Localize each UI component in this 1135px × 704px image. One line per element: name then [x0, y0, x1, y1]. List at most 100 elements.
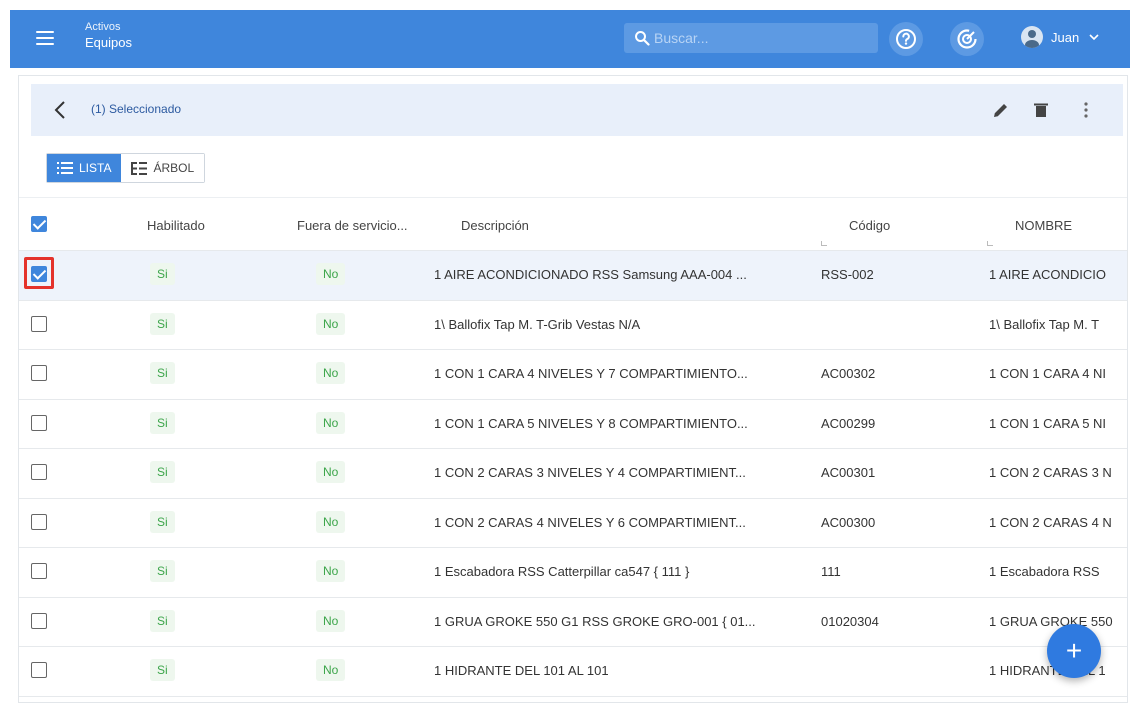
row-checkbox[interactable]	[31, 315, 47, 332]
enabled-badge: Si	[150, 609, 175, 632]
column-resize-handle[interactable]	[987, 241, 993, 246]
row-checkbox[interactable]	[31, 612, 47, 629]
target-icon	[957, 29, 977, 49]
out-of-service-badge: No	[316, 312, 346, 335]
name-cell: 1 GRUA GROKE 550	[989, 613, 1113, 629]
description-cell: 1 CON 1 CARA 5 NIVELES Y 8 COMPARTIMIENT…	[434, 415, 748, 431]
tree-view-label: ÁRBOL	[153, 161, 195, 175]
row-checkbox[interactable]	[31, 662, 47, 678]
equipment-table: Habilitado Fuera de servicio... Descripc…	[19, 197, 1127, 697]
row-checkbox[interactable]	[31, 513, 47, 530]
table-body: Si No 1 AIRE ACONDICIONADO RSS Samsung A…	[19, 251, 1127, 697]
menu-icon[interactable]	[36, 31, 54, 45]
user-name: Juan	[1051, 29, 1080, 45]
column-header-name[interactable]: NOMBRE	[1015, 218, 1072, 233]
name-cell: 1 AIRE ACONDICIO	[989, 267, 1107, 282]
code-cell: 111	[821, 564, 841, 579]
code-cell: AC00301	[821, 465, 876, 480]
selection-count: (1) Seleccionado	[91, 102, 182, 116]
breadcrumb-parent[interactable]: Activos	[85, 20, 132, 35]
enabled-badge: Si	[150, 312, 175, 335]
description-cell: 1 HIDRANTE DEL 101 AL 101	[434, 663, 609, 678]
description-cell: 1 CON 1 CARA 4 NIVELES Y 7 COMPARTIMIENT…	[434, 366, 748, 381]
out-of-service-badge: No	[316, 362, 346, 384]
row-checkbox[interactable]	[31, 414, 47, 431]
table-row[interactable]: Si No 1 CON 1 CARA 5 NIVELES Y 8 COMPART…	[19, 400, 1127, 449]
code-cell: AC00302	[821, 366, 876, 381]
out-of-service-badge: No	[316, 461, 346, 483]
enabled-badge: Si	[150, 510, 175, 533]
user-menu[interactable]: Juan	[1021, 26, 1101, 48]
name-cell: 1 CON 2 CARAS 4 N	[989, 514, 1112, 530]
code-cell: 01020304	[821, 613, 879, 629]
out-of-service-badge: No	[316, 411, 346, 434]
name-cell: 1 Escabadora RSS	[989, 564, 1100, 579]
row-checkbox[interactable]	[31, 464, 47, 480]
chevron-down-icon	[1089, 34, 1099, 41]
name-cell: 1 CON 1 CARA 4 NI	[989, 366, 1107, 381]
list-icon	[57, 162, 73, 174]
enabled-badge: Si	[150, 263, 175, 285]
column-header-enabled[interactable]: Habilitado	[147, 218, 205, 233]
column-header-description[interactable]: Descripción	[461, 218, 529, 233]
target-button[interactable]	[950, 22, 984, 56]
list-view-button[interactable]: LISTA	[47, 154, 122, 182]
row-checkbox[interactable]	[31, 563, 47, 579]
column-header-out-of-service[interactable]: Fuera de servicio...	[297, 218, 408, 233]
tree-icon	[131, 161, 148, 175]
breadcrumb-current: Equipos	[85, 35, 132, 50]
more-options-icon[interactable]	[1076, 100, 1096, 120]
out-of-service-badge: No	[316, 510, 346, 533]
add-button[interactable]: +	[1047, 624, 1101, 678]
view-toggle: LISTA ÁRBOL	[46, 153, 206, 183]
table-header: Habilitado Fuera de servicio... Descripc…	[19, 197, 1127, 251]
name-cell: 1\ Ballofix Tap M. T	[989, 316, 1100, 332]
description-cell: 1 CON 2 CARAS 3 NIVELES Y 4 COMPARTIMIEN…	[434, 465, 746, 480]
table-row[interactable]: Si No 1\ Ballofix Tap M. T-Grib Vestas N…	[19, 301, 1127, 350]
help-icon	[896, 29, 916, 49]
column-header-code[interactable]: Código	[849, 218, 890, 233]
edit-icon[interactable]	[991, 100, 1011, 120]
out-of-service-badge: No	[316, 609, 346, 632]
search-input[interactable]	[654, 30, 864, 46]
out-of-service-badge: No	[316, 263, 346, 285]
name-cell: 1 CON 2 CARAS 3 N	[989, 465, 1112, 480]
code-cell: AC00299	[821, 415, 876, 431]
table-row[interactable]: Si No 1 Escabadora RSS Catterpillar ca54…	[19, 548, 1127, 598]
name-cell: 1 CON 1 CARA 5 NI	[989, 415, 1107, 431]
content-card: (1) Seleccionado LISTA ÁRBOL Habilitado …	[18, 75, 1128, 703]
tree-view-button[interactable]: ÁRBOL	[121, 154, 205, 182]
delete-icon[interactable]	[1031, 100, 1051, 120]
selection-bar: (1) Seleccionado	[31, 84, 1123, 136]
description-cell: 1\ Ballofix Tap M. T-Grib Vestas N/A	[434, 316, 641, 332]
column-resize-handle[interactable]	[821, 241, 827, 246]
row-checkbox[interactable]	[31, 266, 47, 282]
enabled-badge: Si	[150, 461, 175, 483]
select-all-checkbox[interactable]	[31, 216, 47, 232]
row-checkbox[interactable]	[31, 365, 47, 381]
help-button[interactable]	[889, 22, 923, 56]
search-icon	[635, 31, 650, 46]
table-row[interactable]: Si No 1 CON 2 CARAS 4 NIVELES Y 6 COMPAR…	[19, 499, 1127, 548]
description-cell: 1 CON 2 CARAS 4 NIVELES Y 6 COMPARTIMIEN…	[434, 514, 746, 530]
table-row[interactable]: Si No 1 HIDRANTE DEL 101 AL 101 1 HIDRAN…	[19, 647, 1127, 697]
table-row[interactable]: Si No 1 AIRE ACONDICIONADO RSS Samsung A…	[19, 251, 1127, 301]
code-cell: RSS-002	[821, 267, 874, 282]
out-of-service-badge: No	[316, 659, 346, 681]
description-cell: 1 GRUA GROKE 550 G1 RSS GROKE GRO-001 { …	[434, 613, 756, 629]
enabled-badge: Si	[150, 362, 175, 384]
search-box[interactable]	[624, 23, 878, 53]
table-row[interactable]: Si No 1 CON 1 CARA 4 NIVELES Y 7 COMPART…	[19, 350, 1127, 400]
enabled-badge: Si	[150, 659, 175, 681]
table-row[interactable]: Si No 1 CON 2 CARAS 3 NIVELES Y 4 COMPAR…	[19, 449, 1127, 499]
enabled-badge: Si	[150, 411, 175, 434]
back-arrow-icon[interactable]	[53, 100, 67, 120]
description-cell: 1 AIRE ACONDICIONADO RSS Samsung AAA-004…	[434, 267, 747, 282]
table-row[interactable]: Si No 1 GRUA GROKE 550 G1 RSS GROKE GRO-…	[19, 598, 1127, 647]
top-app-bar: Activos Equipos Juan	[10, 10, 1130, 68]
list-view-label: LISTA	[79, 161, 112, 175]
enabled-badge: Si	[150, 560, 175, 582]
out-of-service-badge: No	[316, 560, 346, 582]
code-cell: AC00300	[821, 514, 876, 530]
description-cell: 1 Escabadora RSS Catterpillar ca547 { 11…	[434, 564, 690, 579]
